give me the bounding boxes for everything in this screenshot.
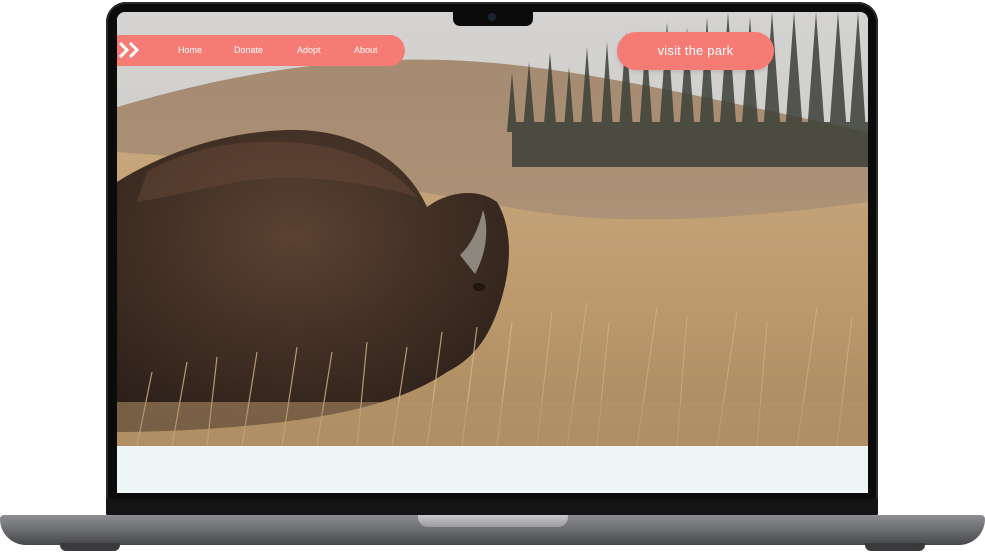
double-chevron-right-icon[interactable] [119,42,143,58]
laptop-base-lip [418,515,568,527]
camera-icon [488,13,496,21]
nav-bar: Home Donate Adopt About [117,35,405,66]
nav-item-donate[interactable]: Donate [234,35,263,66]
device-mockup: Home Donate Adopt About visit the park [0,0,985,554]
visit-the-park-button[interactable]: visit the park [617,32,774,70]
bison-photo [117,12,868,446]
hero-image [117,12,868,446]
browser-screen: Home Donate Adopt About visit the park [117,12,868,493]
content-section [117,446,868,493]
nav-item-adopt[interactable]: Adopt [297,35,321,66]
laptop-foot-left [60,543,120,551]
laptop-foot-right [865,543,925,551]
nav-item-about[interactable]: About [354,35,378,66]
nav-item-home[interactable]: Home [178,35,202,66]
